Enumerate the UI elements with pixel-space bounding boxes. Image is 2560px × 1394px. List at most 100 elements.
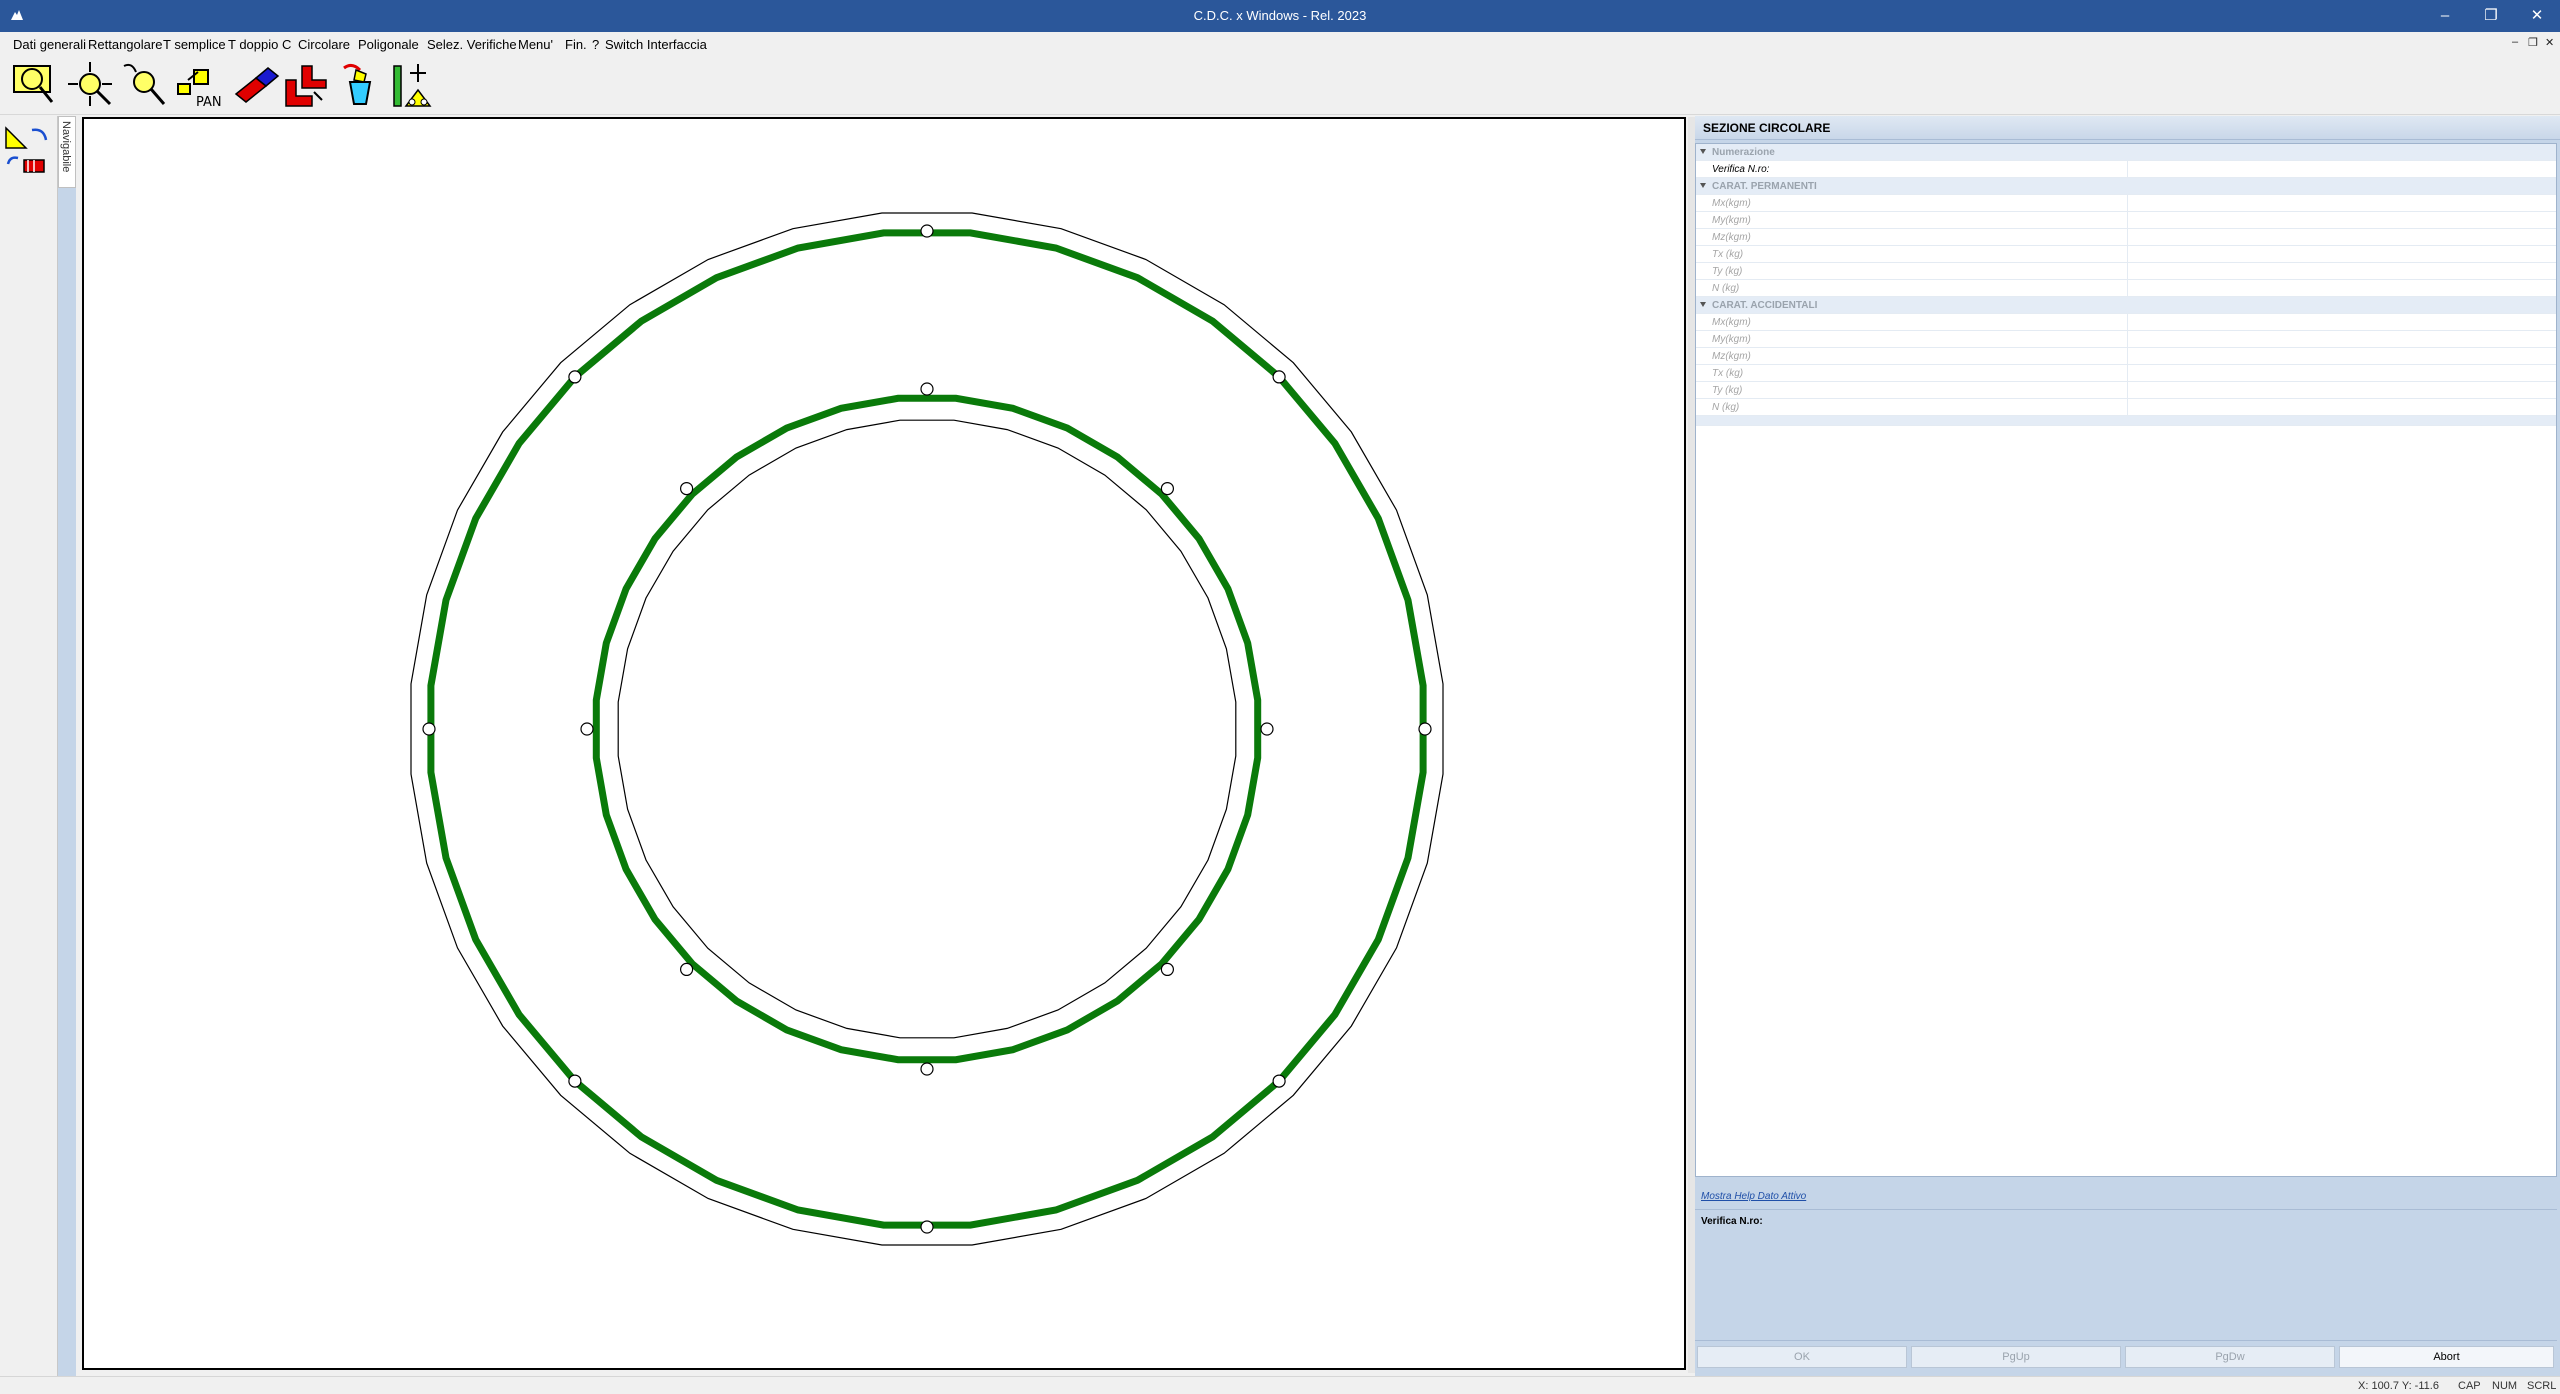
property-value[interactable]	[2127, 246, 2556, 262]
restore-button[interactable]: ❐	[2468, 0, 2514, 32]
menu-dati-generali[interactable]: Dati generali	[13, 37, 86, 52]
menu-circolare[interactable]: Circolare	[298, 37, 350, 52]
inner-bar-marker[interactable]	[580, 722, 594, 736]
property-value[interactable]	[2127, 161, 2556, 177]
outer-bar-marker[interactable]	[1272, 1074, 1286, 1088]
menu-switch-interfaccia[interactable]: Switch Interfaccia	[605, 37, 707, 52]
inner-bar-marker[interactable]	[1160, 482, 1175, 496]
cap-indicator: CAP	[2458, 1380, 2481, 1392]
section-drawing[interactable]	[84, 119, 1684, 1368]
property-value[interactable]	[2127, 314, 2556, 330]
zoom-out-icon[interactable]	[120, 60, 170, 110]
section-shape-icon[interactable]	[282, 60, 332, 110]
outer-bar-marker[interactable]	[568, 1074, 582, 1088]
property-row[interactable]: Tx (kg)	[1696, 246, 2556, 263]
drawing-canvas[interactable]	[82, 117, 1686, 1370]
nav-rail	[58, 188, 76, 1376]
outer-bar-marker[interactable]	[422, 722, 436, 736]
outer-bar-marker[interactable]	[568, 370, 582, 384]
rebar-tool-icon[interactable]	[4, 152, 52, 176]
property-value[interactable]	[2127, 399, 2556, 415]
mdi-restore-button[interactable]: ❐	[2528, 36, 2538, 49]
menu-rettangolare[interactable]: Rettangolare	[88, 37, 162, 52]
property-panel: SEZIONE CIRCOLARE Numerazione Verifica N…	[1695, 116, 2560, 1376]
panel-splitter[interactable]	[1688, 117, 1695, 1373]
property-grid: Numerazione Verifica N.ro: CARAT. PERMAN…	[1695, 143, 2557, 1177]
menu-selez-verifiche[interactable]: Selez. Verifiche	[427, 37, 517, 52]
outer-contour[interactable]	[410, 212, 1444, 1246]
property-value[interactable]	[2127, 348, 2556, 364]
property-value[interactable]	[2127, 263, 2556, 279]
outer-bar-marker[interactable]	[1418, 722, 1432, 736]
outer-bar-marker[interactable]	[1272, 370, 1286, 384]
pan-icon[interactable]: PAN	[174, 60, 224, 110]
collapse-icon[interactable]	[1700, 149, 1706, 154]
measure-dimensions-icon[interactable]	[390, 60, 440, 110]
num-indicator: NUM	[2492, 1380, 2518, 1392]
property-row[interactable]: Ty (kg)	[1696, 263, 2556, 280]
help-toggle-link[interactable]: Mostra Help Dato Attivo	[1701, 1191, 1806, 1202]
property-row[interactable]: Mx(kgm)	[1696, 314, 2556, 331]
inner-bar-marker[interactable]	[679, 482, 694, 496]
outer-rebar-ring[interactable]	[427, 229, 1427, 1229]
property-row[interactable]: My(kgm)	[1696, 212, 2556, 229]
panel-header: SEZIONE CIRCOLARE	[1695, 116, 2560, 140]
inner-bar-marker[interactable]	[1260, 722, 1274, 736]
property-value[interactable]	[2127, 331, 2556, 347]
property-row[interactable]: Ty (kg)	[1696, 382, 2556, 399]
menu-bar: Dati generali Rettangolare T semplice T …	[0, 32, 2560, 56]
minimize-button[interactable]: –	[2422, 0, 2468, 32]
property-value[interactable]	[2127, 229, 2556, 245]
pgup-button[interactable]: PgUp	[1911, 1346, 2121, 1368]
property-row-verifica[interactable]: Verifica N.ro:	[1696, 161, 2556, 178]
collapse-icon[interactable]	[1700, 302, 1706, 307]
outer-bar-marker[interactable]	[920, 224, 934, 238]
group-numerazione[interactable]: Numerazione	[1696, 144, 2556, 161]
property-row[interactable]: My(kgm)	[1696, 331, 2556, 348]
group-carat-accidentali[interactable]: CARAT. ACCIDENTALI	[1696, 297, 2556, 314]
inner-rebar-ring[interactable]	[592, 394, 1262, 1064]
close-button[interactable]: ✕	[2514, 0, 2560, 32]
ok-button[interactable]: OK	[1697, 1346, 1907, 1368]
zoom-window-icon[interactable]	[10, 60, 60, 110]
outer-bar-marker[interactable]	[920, 1220, 934, 1234]
inner-bar-marker[interactable]	[679, 962, 694, 977]
inner-bar-marker[interactable]	[920, 1062, 934, 1076]
mdi-minimize-button[interactable]: –	[2512, 36, 2518, 48]
pan-label: PAN	[196, 95, 222, 110]
menu-c[interactable]: C	[282, 37, 291, 52]
property-row[interactable]: N (kg)	[1696, 280, 2556, 297]
inner-bar-marker[interactable]	[920, 382, 934, 396]
eraser-icon[interactable]	[230, 60, 280, 110]
menu-fin[interactable]: Fin.	[565, 37, 587, 52]
property-row[interactable]: Tx (kg)	[1696, 365, 2556, 382]
menu-poligonale[interactable]: Poligonale	[358, 37, 419, 52]
property-value[interactable]	[2127, 195, 2556, 211]
property-row[interactable]: Mz(kgm)	[1696, 229, 2556, 246]
property-value[interactable]	[2127, 365, 2556, 381]
property-value[interactable]	[2127, 280, 2556, 296]
status-bar: X: 100.7 Y: -11.6 CAP NUM SCRL	[0, 1376, 2560, 1394]
mdi-close-button[interactable]: ✕	[2545, 36, 2554, 49]
property-value[interactable]	[2127, 382, 2556, 398]
zoom-extents-icon[interactable]	[66, 60, 116, 110]
property-value[interactable]	[2127, 212, 2556, 228]
inner-bar-marker[interactable]	[1160, 962, 1175, 977]
help-text: Verifica N.ro:	[1701, 1216, 1763, 1227]
abort-button[interactable]: Abort	[2339, 1346, 2554, 1368]
property-row[interactable]: Mx(kgm)	[1696, 195, 2556, 212]
menu-t-doppio[interactable]: T doppio	[228, 37, 278, 52]
property-row[interactable]: N (kg)	[1696, 399, 2556, 416]
paint-bucket-icon[interactable]	[336, 60, 386, 110]
menu-t-semplice[interactable]: T semplice	[163, 37, 226, 52]
inner-contour[interactable]	[617, 419, 1237, 1039]
tab-navigabile[interactable]: Navigabile	[58, 116, 76, 188]
pgdw-button[interactable]: PgDw	[2125, 1346, 2335, 1368]
group-carat-permanenti[interactable]: CARAT. PERMANENTI	[1696, 178, 2556, 195]
section-tool-icon[interactable]	[4, 126, 52, 150]
collapse-icon[interactable]	[1700, 183, 1706, 188]
menu-menu[interactable]: Menu'	[518, 37, 553, 52]
menu-help[interactable]: ?	[592, 37, 599, 52]
property-row[interactable]: Mz(kgm)	[1696, 348, 2556, 365]
toolbar: PAN	[0, 56, 2560, 115]
